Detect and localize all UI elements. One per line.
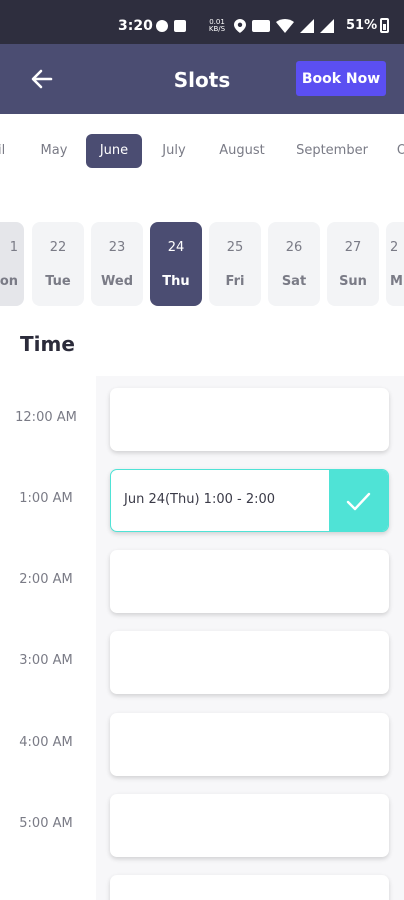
time-label: 2:00 AM <box>19 572 73 587</box>
battery-icon <box>380 18 389 33</box>
month-item[interactable]: May <box>28 134 80 168</box>
day-item[interactable]: 26 Sat <box>268 222 320 306</box>
time-label: 4:00 AM <box>19 735 73 750</box>
section-title-time: Time <box>20 332 75 356</box>
month-item[interactable]: August <box>206 134 278 168</box>
month-item[interactable]: September <box>284 134 380 168</box>
day-name: M <box>390 274 403 289</box>
day-name: Sat <box>281 274 307 289</box>
time-label: 3:00 AM <box>19 653 73 668</box>
nfc-icon <box>252 20 270 32</box>
data-speed-unit: KB/S <box>208 25 226 33</box>
time-slot[interactable] <box>110 388 389 451</box>
month-item[interactable]: July <box>150 134 198 168</box>
day-item[interactable]: 23 Wed <box>91 222 143 306</box>
day-number: 25 <box>226 240 244 255</box>
check-icon <box>329 470 388 531</box>
day-name: Thu <box>162 274 190 289</box>
status-time: 3:20 <box>118 18 153 34</box>
day-item-selected[interactable]: 24 Thu <box>150 222 202 306</box>
time-label: 5:00 AM <box>19 816 73 831</box>
book-now-button[interactable]: Book Now <box>296 61 386 96</box>
slot-label: Jun 24(Thu) 1:00 - 2:00 <box>124 492 276 507</box>
signal-icon-2 <box>320 19 334 33</box>
day-item[interactable]: 1 on <box>0 222 24 306</box>
day-name: Sun <box>339 274 367 289</box>
day-selector: 1 on 22 Tue 23 Wed 24 Thu 25 Fri 26 Sat … <box>0 222 404 306</box>
day-item[interactable]: 22 Tue <box>32 222 84 306</box>
time-label: 12:00 AM <box>15 410 77 425</box>
status-icons: 0.01 KB/S <box>156 16 334 36</box>
image-icon <box>174 20 186 32</box>
time-slot[interactable] <box>110 550 389 613</box>
day-number: 23 <box>108 240 126 255</box>
wifi-icon <box>276 19 294 33</box>
day-name: Tue <box>45 274 71 289</box>
time-label: 1:00 AM <box>19 491 73 506</box>
month-item[interactable]: ril <box>0 134 14 168</box>
day-item[interactable]: 27 Sun <box>327 222 379 306</box>
status-bar: 3:20 0.01 KB/S 51% <box>0 0 404 44</box>
battery-percent: 51% <box>346 18 378 33</box>
signal-icon <box>300 19 314 33</box>
location-icon <box>234 19 246 33</box>
time-slot[interactable] <box>110 875 389 900</box>
time-slot[interactable] <box>110 794 389 857</box>
data-speed: 0.01 KB/S <box>206 19 228 33</box>
time-slot-selected[interactable]: Jun 24(Thu) 1:00 - 2:00 <box>110 469 389 532</box>
day-name: Fri <box>225 274 245 289</box>
day-item[interactable]: 2 M <box>386 222 404 306</box>
day-number: 22 <box>49 240 67 255</box>
day-name: Wed <box>101 274 133 289</box>
day-number: 24 <box>167 240 185 255</box>
month-item[interactable]: O <box>392 134 404 168</box>
day-name: on <box>0 274 18 289</box>
day-number: 1 <box>9 240 18 255</box>
day-number: 2 <box>390 240 399 255</box>
day-item[interactable]: 25 Fri <box>209 222 261 306</box>
day-number: 26 <box>285 240 303 255</box>
app-header: Slots Book Now <box>0 44 404 114</box>
time-label-column: 12:00 AM 1:00 AM 2:00 AM 3:00 AM 4:00 AM… <box>0 376 96 900</box>
month-selector: ril May June July August September O <box>0 134 404 168</box>
notification-icon <box>156 20 168 32</box>
time-slot[interactable] <box>110 713 389 776</box>
day-number: 27 <box>344 240 362 255</box>
slot-list: Jun 24(Thu) 1:00 - 2:00 <box>96 376 404 900</box>
time-slot[interactable] <box>110 631 389 694</box>
month-item-selected[interactable]: June <box>86 134 142 168</box>
